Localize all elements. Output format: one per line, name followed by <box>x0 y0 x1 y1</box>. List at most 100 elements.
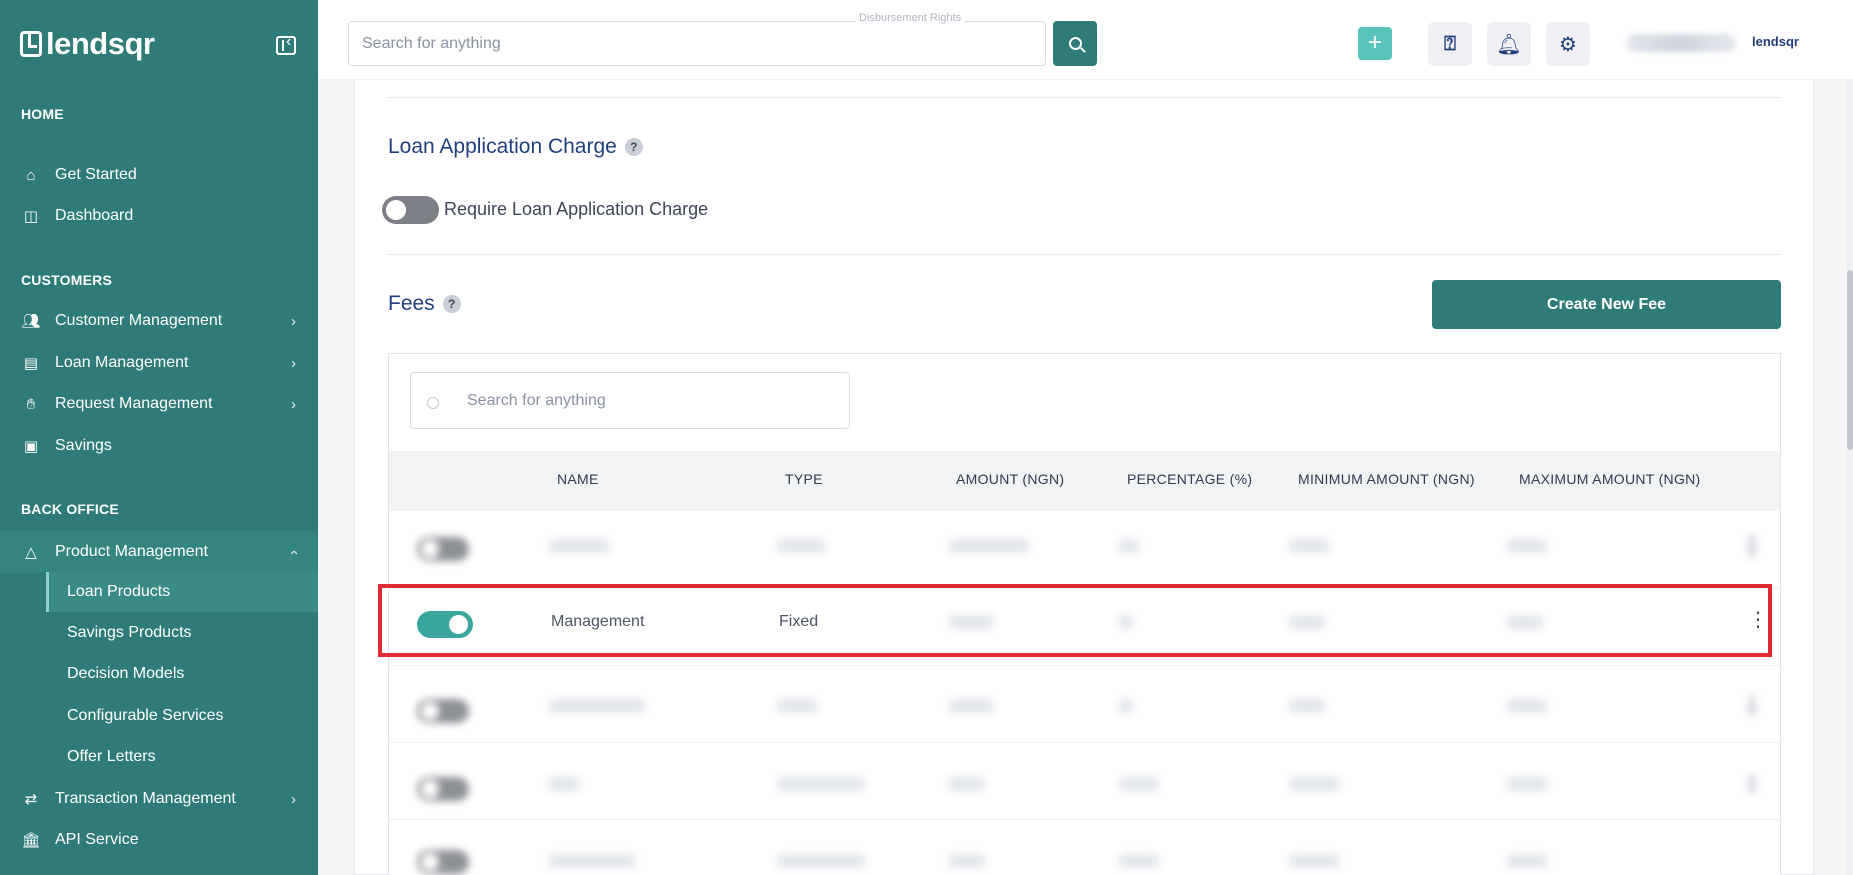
blurred-cell <box>549 699 645 713</box>
blurred-cell <box>949 777 985 791</box>
loan-application-charge-toggle[interactable] <box>382 196 439 224</box>
fee-toggle-blurred[interactable] <box>417 699 469 723</box>
column-header-name[interactable]: NAME <box>557 471 599 487</box>
blurred-kebab[interactable] <box>1749 535 1755 557</box>
blurred-cell <box>549 854 635 868</box>
table-row[interactable] <box>389 666 1780 743</box>
blurred-kebab[interactable] <box>1749 696 1755 716</box>
blurred-cell <box>1289 854 1339 868</box>
chevron-right-icon: › <box>291 312 296 330</box>
sidebar-item-label: Customer Management <box>55 312 223 329</box>
blurred-cell <box>1507 854 1547 868</box>
sidebar-item-dashboard[interactable]: ◫ Dashboard <box>0 196 318 236</box>
page-scrollbar[interactable] <box>1847 80 1853 875</box>
profile-name-blurred[interactable] <box>1626 34 1736 52</box>
table-row[interactable] <box>389 820 1780 875</box>
chevron-right-icon: › <box>291 790 296 808</box>
sidebar-item-label: Product Management <box>55 543 208 560</box>
column-header-minimum-amount[interactable]: MINIMUM AMOUNT (NGN) <box>1298 471 1475 487</box>
sidebar-subitem-configurable-services[interactable]: Configurable Services <box>46 696 318 736</box>
settings-button[interactable]: ⚙ <box>1546 22 1590 66</box>
fee-type-cell: Fixed <box>779 613 819 630</box>
table-row[interactable] <box>389 743 1780 820</box>
section-heading-text: Loan Application Charge <box>388 135 617 158</box>
help-icon[interactable]: ? <box>442 295 461 313</box>
blurred-cell <box>777 854 865 868</box>
blurred-cell <box>1289 615 1325 629</box>
chevron-right-icon: › <box>291 354 296 372</box>
blurred-cell <box>1289 777 1339 791</box>
create-new-fee-button[interactable]: Create New Fee <box>1432 280 1781 329</box>
global-search-input[interactable]: Search for anything <box>348 21 1046 66</box>
management-fee-toggle[interactable] <box>417 611 473 638</box>
bell-icon: 🔔︎ <box>1496 33 1522 56</box>
divider <box>388 97 1781 98</box>
sidebar-subitem-offer-letters[interactable]: Offer Letters <box>46 737 318 777</box>
blurred-cell <box>949 615 993 629</box>
table-row[interactable] <box>389 511 1780 588</box>
toggle-knob <box>386 200 406 220</box>
add-button[interactable]: + <box>1358 27 1392 60</box>
blurred-cell <box>1507 539 1547 553</box>
section-title-back-office: BACK OFFICE <box>21 501 119 517</box>
notifications-button[interactable]: 🔔︎ <box>1487 22 1531 66</box>
blurred-cell <box>1507 777 1547 791</box>
table-row-management[interactable]: Management Fixed ⋮ <box>389 588 1780 666</box>
sidebar-item-customer-management[interactable]: 👥︎ Customer Management › <box>0 301 318 341</box>
blurred-cell <box>1119 699 1133 713</box>
column-header-maximum-amount[interactable]: MAXIMUM AMOUNT (NGN) <box>1519 471 1701 487</box>
loan-application-charge-heading: Loan Application Charge ? <box>388 135 643 159</box>
column-header-percentage[interactable]: PERCENTAGE (%) <box>1127 471 1252 487</box>
fee-toggle-blurred[interactable] <box>417 777 469 801</box>
sidebar-subitem-loan-products[interactable]: Loan Products <box>46 572 318 612</box>
sidebar-item-transaction-management[interactable]: ⇄ Transaction Management › <box>0 779 318 819</box>
blurred-cell <box>1507 699 1547 713</box>
fees-heading: Fees ? <box>388 292 461 316</box>
blurred-kebab[interactable] <box>1749 775 1755 793</box>
sidebar-subitem-savings-products[interactable]: Savings Products <box>46 613 318 653</box>
collapse-sidebar-icon[interactable] <box>276 33 296 55</box>
blurred-cell <box>1289 539 1329 553</box>
scrollbar-thumb[interactable] <box>1847 270 1853 450</box>
blurred-cell <box>1507 615 1543 629</box>
sidebar-item-savings[interactable]: ▣ Savings <box>0 426 318 466</box>
help-button[interactable]: ⍰ <box>1428 22 1472 66</box>
kebab-menu-icon[interactable]: ⋮ <box>1748 610 1768 630</box>
blurred-cell <box>549 539 609 553</box>
section-heading-text: Fees <box>388 292 435 315</box>
header-org-logo: lendsqr <box>1752 34 1799 49</box>
lendsqr-logo[interactable]: lendsqr <box>20 26 155 62</box>
toggle-knob <box>449 615 468 634</box>
search-caption: Disbursement Rights <box>856 12 965 24</box>
blurred-cell <box>549 777 579 791</box>
sidebar-subitem-decision-models[interactable]: Decision Models <box>46 654 318 694</box>
blurred-cell <box>949 854 985 868</box>
section-title-customers: CUSTOMERS <box>21 272 112 288</box>
help-icon[interactable]: ? <box>624 138 643 156</box>
loan-application-charge-toggle-label: Require Loan Application Charge <box>444 199 709 219</box>
blurred-cell <box>1119 539 1139 553</box>
sidebar-item-api-service[interactable]: 🏛︎ API Service <box>0 820 318 860</box>
fee-toggle-blurred[interactable] <box>417 850 469 874</box>
blurred-cell <box>949 699 993 713</box>
column-header-type[interactable]: TYPE <box>785 471 823 487</box>
search-button[interactable] <box>1053 21 1097 66</box>
sidebar-item-label: Get Started <box>55 166 137 183</box>
sidebar-item-request-management[interactable]: ✋︎ Request Management › <box>0 384 318 424</box>
sidebar-item-label: Loan Management <box>55 354 189 371</box>
blurred-cell <box>949 539 1029 553</box>
blurred-cell <box>1119 854 1159 868</box>
transaction-icon: ⇄ <box>24 791 38 808</box>
sidebar-item-get-started[interactable]: ⌂ Get Started <box>0 155 318 195</box>
sidebar-item-loan-management[interactable]: ▤ Loan Management › <box>0 343 318 383</box>
sidebar-item-product-management[interactable]: △ Product Management › <box>0 531 318 573</box>
column-header-amount[interactable]: AMOUNT (NGN) <box>956 471 1064 487</box>
blurred-cell <box>777 699 817 713</box>
chevron-up-icon: › <box>285 549 302 555</box>
section-title-home: HOME <box>21 106 64 122</box>
fee-name-cell: Management <box>551 613 645 630</box>
home-icon: ⌂ <box>26 166 36 184</box>
blurred-cell <box>777 539 825 553</box>
fees-search-input[interactable]: Search for anything <box>410 372 850 429</box>
fee-toggle-blurred[interactable] <box>417 537 469 561</box>
